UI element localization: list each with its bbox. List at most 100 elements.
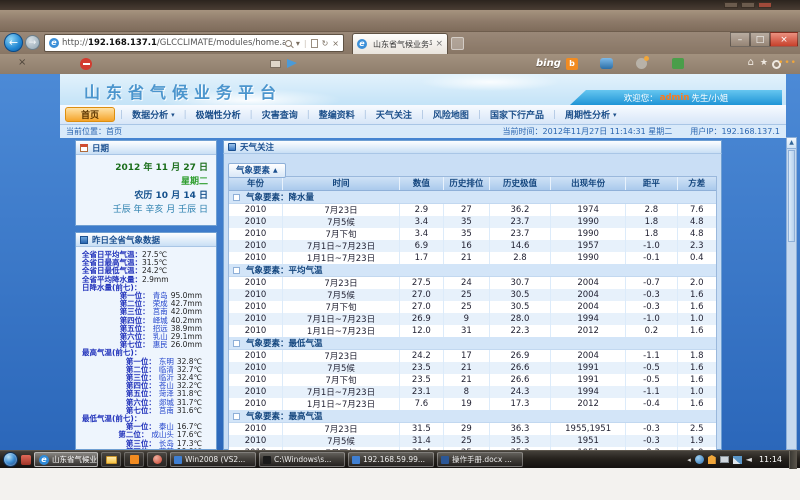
filter-row: 气象要素 ▲ <box>228 158 717 176</box>
scroll-up-icon[interactable]: ▲ <box>787 138 796 149</box>
nav-item-2[interactable]: 数据分析▾ <box>123 105 184 124</box>
forward-button[interactable]: → <box>25 35 40 50</box>
search-icon[interactable] <box>285 40 292 47</box>
taskbar-ie-button[interactable]: e 山东省气候业务平... <box>34 452 98 467</box>
tray-volume-icon[interactable]: ◄ <box>746 456 752 464</box>
taskbar-window-button-3[interactable]: 192.168.59.99... <box>348 452 434 467</box>
new-tab-button[interactable] <box>451 37 464 50</box>
table-row[interactable]: 20101月1日~7月23日12.03122.320120.21.6 <box>229 325 716 337</box>
group-header-row[interactable]: 气象要素：平均气温 <box>229 264 716 277</box>
column-header[interactable]: 数值 <box>399 177 443 190</box>
station-link[interactable]: 惠民 <box>153 340 168 349</box>
maximize-button[interactable]: □ <box>750 32 770 47</box>
favorites-star-icon[interactable]: ★ <box>760 58 768 68</box>
show-desktop-button[interactable] <box>789 451 797 469</box>
expand-checkbox-icon[interactable] <box>233 340 240 347</box>
ie-window-titlebar[interactable] <box>0 10 800 32</box>
mail-icon[interactable] <box>270 60 281 68</box>
table-row[interactable]: 20107月23日27.52430.72004-0.72.0 <box>229 276 716 289</box>
column-header[interactable]: 年份 <box>229 177 283 190</box>
taskbar-app-button-1[interactable] <box>124 452 144 467</box>
start-button[interactable] <box>3 452 18 467</box>
translate-addon-icon[interactable] <box>672 58 684 69</box>
nav-item-7[interactable]: 风险地图 <box>424 105 478 124</box>
minimize-button[interactable]: – <box>730 32 750 47</box>
taskbar-explorer-button[interactable] <box>101 452 121 467</box>
tray-display-icon[interactable] <box>720 456 729 463</box>
taskbar-app-button-2[interactable] <box>147 452 167 467</box>
tray-security-icon[interactable] <box>708 455 716 464</box>
bing-logo[interactable]: bing <box>536 58 561 69</box>
page-scrollbar[interactable]: ▲ <box>786 137 797 450</box>
send-icon[interactable] <box>287 59 297 68</box>
table-cell: 2004 <box>550 276 625 289</box>
table-row[interactable]: 20107月1日~7月23日23.1824.31994-1.11.0 <box>229 386 716 398</box>
browser-tab[interactable]: e 山东省气候业务平... × <box>352 33 448 54</box>
column-header[interactable]: 历史排位 <box>443 177 489 190</box>
bing-box-icon[interactable]: b <box>566 58 578 70</box>
nav-item-9[interactable]: 周期性分析▾ <box>556 105 626 124</box>
taskbar-window-button-1[interactable]: Win2008 (VS2... <box>170 452 256 467</box>
nav-item-label: 国家下行产品 <box>490 108 544 121</box>
tray-expand-icon[interactable]: ◂ <box>687 456 691 464</box>
more-dots-icon[interactable]: ••• <box>778 58 797 68</box>
expand-checkbox-icon[interactable] <box>233 267 240 274</box>
address-bar[interactable]: e http://192.168.137.1/GLCCLIMATE/module… <box>44 34 344 52</box>
group-header-row[interactable]: 气象要素：最高气温 <box>229 410 716 423</box>
nav-item-6[interactable]: 天气关注 <box>367 105 421 124</box>
table-row[interactable]: 20107月1日~7月23日6.91614.61957-1.02.3 <box>229 240 716 252</box>
home-icon[interactable]: ⌂ <box>748 57 754 68</box>
stop-icon[interactable]: × <box>332 39 339 48</box>
url-text[interactable]: http://192.168.137.1/GLCCLIMATE/modules/… <box>62 38 285 48</box>
table-row[interactable]: 20107月23日24.21726.92004-1.11.8 <box>229 349 716 362</box>
table-row[interactable]: 20101月1日~7月23日1.7212.81990-0.10.4 <box>229 252 716 264</box>
table-row[interactable]: 20107月5候31.42535.31951-0.31.9 <box>229 435 716 447</box>
pinned-app-icon[interactable] <box>21 455 31 465</box>
weather-data-panel-header: 昨日全省气象数据 <box>76 233 216 247</box>
back-button[interactable]: ← <box>4 33 23 52</box>
table-row[interactable]: 20107月下旬3.43523.719901.84.8 <box>229 228 716 240</box>
table-cell: 22.3 <box>490 325 551 337</box>
expand-checkbox-icon[interactable] <box>233 413 240 420</box>
nav-item-8[interactable]: 国家下行产品 <box>481 105 553 124</box>
table-row[interactable]: 20107月23日31.52936.31955,1951-0.32.5 <box>229 422 716 435</box>
nav-item-4[interactable]: 灾害查询 <box>253 105 307 124</box>
group-header-row[interactable]: 气象要素：最低气温 <box>229 337 716 350</box>
notification-icon[interactable] <box>636 58 647 69</box>
table-row[interactable]: 20107月5候23.52126.61991-0.51.6 <box>229 362 716 374</box>
table-row[interactable]: 20107月5候27.02530.52004-0.31.6 <box>229 289 716 301</box>
expand-checkbox-icon[interactable] <box>233 194 240 201</box>
taskbar-window-button-2[interactable]: C:\Windows\s... <box>259 452 345 467</box>
tab-close-icon[interactable]: × <box>435 39 443 49</box>
element-filter-button[interactable]: 气象要素 ▲ <box>228 163 286 178</box>
column-header[interactable]: 方差 <box>677 177 716 190</box>
table-row[interactable]: 20107月1日~7月23日26.9928.01994-1.01.0 <box>229 313 716 325</box>
refresh-icon[interactable]: ↻ <box>322 39 329 48</box>
nav-item-5[interactable]: 整编资料 <box>310 105 364 124</box>
column-header[interactable]: 距平 <box>626 177 677 190</box>
table-row[interactable]: 20107月下旬27.02530.52004-0.31.6 <box>229 301 716 313</box>
nav-item-3[interactable]: 极端性分析 <box>187 105 250 124</box>
table-row[interactable]: 20101月1日~7月23日7.61917.32012-0.41.6 <box>229 398 716 410</box>
table-row[interactable]: 20107月23日2.92736.219742.87.6 <box>229 203 716 216</box>
compatibility-view-icon[interactable] <box>311 39 318 48</box>
station-link[interactable]: 莒南 <box>159 406 174 415</box>
column-header[interactable]: 时间 <box>283 177 400 190</box>
table-row[interactable]: 20107月下旬23.52126.61991-0.51.6 <box>229 374 716 386</box>
tray-network-icon[interactable] <box>733 456 742 464</box>
column-header[interactable]: 历史极值 <box>490 177 551 190</box>
tray-network-app-icon[interactable] <box>695 455 704 464</box>
addon-icon[interactable] <box>80 58 92 70</box>
messenger-icon[interactable] <box>600 58 613 69</box>
table-row[interactable]: 20107月5候3.43523.719901.84.8 <box>229 216 716 228</box>
nav-item-1[interactable]: 首页 <box>65 107 115 122</box>
scrollbar-thumb[interactable] <box>788 150 795 242</box>
column-header[interactable]: 出现年份 <box>550 177 625 190</box>
table-cell: 1.8 <box>677 349 716 362</box>
chevron-down-icon[interactable]: ▾ <box>296 39 300 48</box>
taskbar-window-button-4[interactable]: 操作手册.docx ... <box>437 452 523 467</box>
close-sidebar-icon[interactable]: × <box>18 57 26 68</box>
taskbar-clock[interactable]: 11:14 <box>759 455 782 464</box>
group-header-row[interactable]: 气象要素：降水量 <box>229 190 716 203</box>
close-button[interactable]: × <box>770 32 798 47</box>
